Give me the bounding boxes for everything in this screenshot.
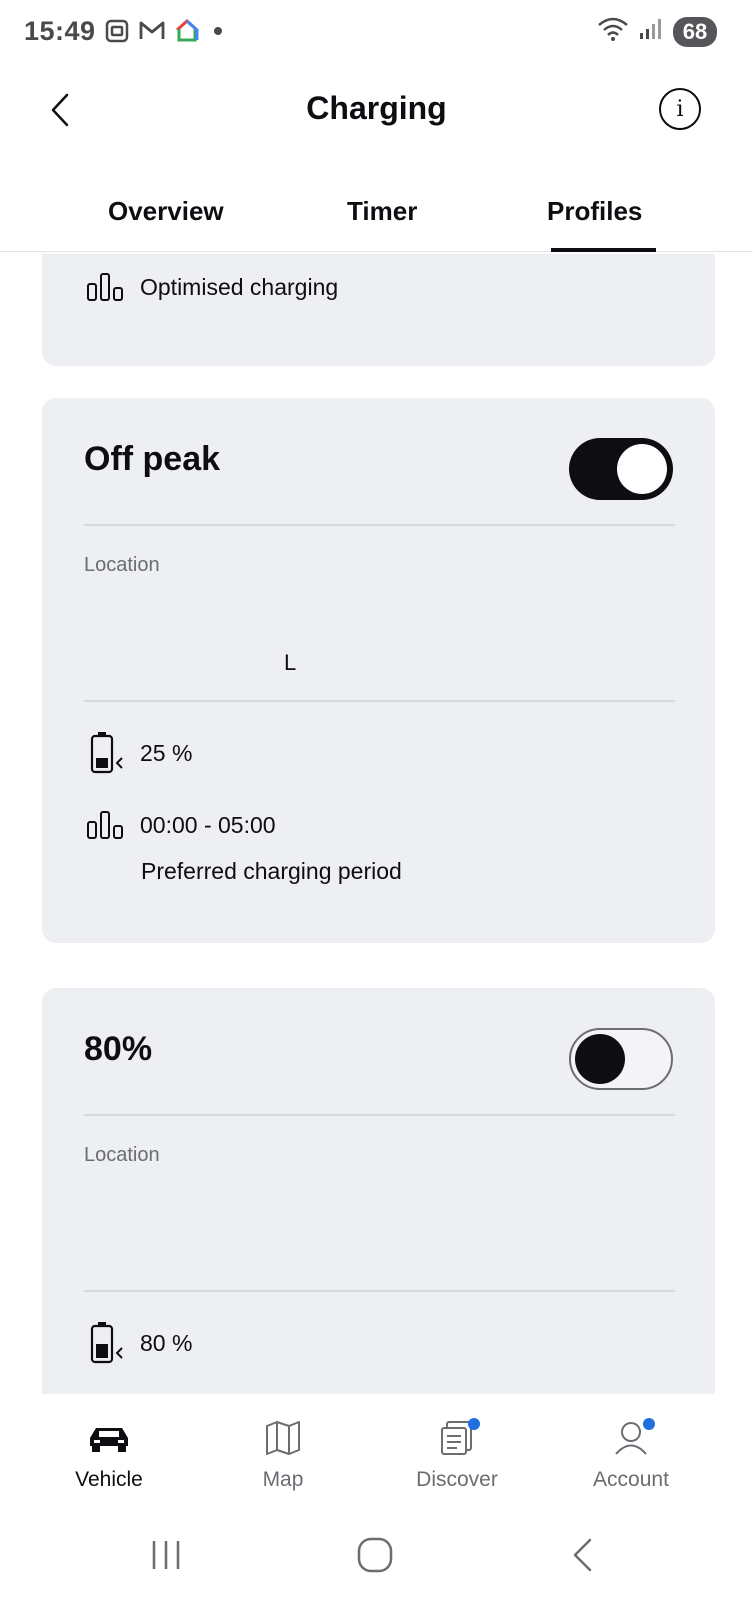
nav-label: Map xyxy=(262,1468,304,1491)
charging-bars-icon xyxy=(87,811,123,839)
profile-title: Off peak xyxy=(84,440,221,478)
recent-apps-icon xyxy=(152,1541,180,1569)
charging-mode-row: Optimised charging xyxy=(86,272,338,302)
info-icon: i xyxy=(676,96,684,122)
charging-mode-text: Optimised charging xyxy=(140,273,339,300)
battery-level: 68 xyxy=(673,16,717,47)
nav-vehicle[interactable]: Vehicle xyxy=(29,1416,189,1492)
nav-map[interactable]: Map xyxy=(203,1416,363,1492)
profile-card-off-peak[interactable]: Off peak Location L 25 % 00:00 - 05:00 P… xyxy=(42,398,715,943)
tab-bar: Overview Timer Profiles xyxy=(0,180,753,252)
nav-label: Discover xyxy=(416,1468,498,1491)
notification-badge xyxy=(643,1418,655,1430)
battery-min-icon xyxy=(90,1322,123,1364)
nav-discover[interactable]: Discover xyxy=(377,1416,537,1492)
profile-title: 80% xyxy=(84,1030,153,1068)
wifi-icon xyxy=(597,16,629,47)
profile-toggle[interactable] xyxy=(569,1028,673,1090)
charging-period-row: 00:00 - 05:00 xyxy=(86,810,276,840)
profile-card-default[interactable]: Optimised charging xyxy=(42,254,715,366)
status-time: 15:49 xyxy=(24,16,96,46)
divider xyxy=(84,700,675,702)
min-charge-value: 25 % xyxy=(140,739,193,766)
active-tab-indicator xyxy=(551,248,656,252)
min-charge-row: 80 % xyxy=(86,1320,192,1366)
signal-icon xyxy=(639,18,663,45)
location-label: Location xyxy=(84,1144,160,1166)
map-icon xyxy=(266,1421,300,1455)
location-label: Location xyxy=(84,554,160,576)
dot-icon xyxy=(208,21,228,46)
battery-min-icon xyxy=(90,732,123,774)
charging-period-label: Preferred charging period xyxy=(141,858,402,884)
status-bar: 15:49 68 xyxy=(0,0,753,64)
car-icon xyxy=(90,1428,128,1452)
page-title: Charging xyxy=(306,90,447,126)
charging-period-value: 00:00 - 05:00 xyxy=(140,811,276,838)
status-notification-icons xyxy=(104,18,228,49)
bottom-navigation: Vehicle Map Discover Account xyxy=(0,1394,753,1500)
home-icon xyxy=(357,1537,393,1573)
divider xyxy=(84,1114,675,1116)
location-value: L xyxy=(284,650,297,675)
tab-overview[interactable]: Overview xyxy=(108,196,224,227)
info-button[interactable]: i xyxy=(659,88,701,130)
divider xyxy=(84,524,675,526)
recent-apps-button[interactable] xyxy=(140,1530,192,1580)
status-system-icons: 68 xyxy=(597,16,717,47)
profiles-list[interactable]: Optimised charging Off peak Location L 2… xyxy=(0,254,753,1394)
profile-toggle[interactable] xyxy=(569,438,673,500)
charging-bars-icon xyxy=(87,273,123,301)
app-header: Charging i xyxy=(0,70,753,150)
nav-label: Account xyxy=(593,1468,669,1491)
nav-account[interactable]: Account xyxy=(551,1416,711,1492)
min-charge-value: 80 % xyxy=(140,1329,193,1356)
divider xyxy=(84,1290,675,1292)
tab-timer[interactable]: Timer xyxy=(347,196,417,227)
gmail-icon xyxy=(138,19,166,48)
tab-profiles[interactable]: Profiles xyxy=(547,196,642,227)
notification-badge xyxy=(468,1418,480,1430)
screenshot-icon xyxy=(104,18,130,49)
chevron-left-icon xyxy=(573,1538,592,1572)
home-button[interactable] xyxy=(350,1530,400,1580)
min-charge-row: 25 % xyxy=(86,730,192,776)
google-home-icon xyxy=(174,18,200,49)
nav-label: Vehicle xyxy=(75,1468,143,1491)
profile-card-80[interactable]: 80% Location 80 % xyxy=(42,988,715,1394)
system-navigation-bar xyxy=(0,1506,753,1606)
system-back-button[interactable] xyxy=(562,1530,602,1580)
